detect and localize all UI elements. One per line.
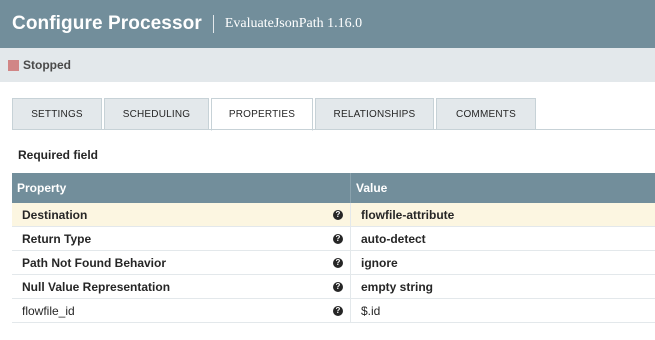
property-value[interactable]: flowfile-attribute <box>361 208 454 222</box>
tab-properties[interactable]: PROPERTIES <box>211 98 313 131</box>
property-value[interactable]: auto-detect <box>361 232 426 246</box>
table-row[interactable]: Path Not Found Behavior ? ignore <box>12 251 655 275</box>
property-name: flowfile_id <box>22 303 75 318</box>
property-name: Return Type <box>22 231 92 246</box>
column-header-value[interactable]: Value <box>351 181 387 195</box>
required-field-note: Required field <box>18 148 99 162</box>
processor-type-label: EvaluateJsonPath 1.16.0 <box>224 16 363 31</box>
status-bar: Stopped <box>0 48 655 82</box>
tab-comments[interactable]: COMMENTS <box>436 98 536 130</box>
status-text: Stopped <box>23 58 71 72</box>
tab-settings[interactable]: SETTINGS <box>12 98 102 130</box>
header-divider <box>212 15 214 33</box>
table-row[interactable]: Destination ? flowfile-attribute <box>12 203 655 227</box>
property-name: Destination <box>22 207 88 222</box>
column-header-property[interactable]: Property <box>12 173 351 203</box>
property-value[interactable]: $.id <box>361 304 380 318</box>
tab-bar: SETTINGS SCHEDULING PROPERTIES RELATIONS… <box>12 98 538 131</box>
table-header: Property Value <box>12 173 655 203</box>
help-icon[interactable]: ? <box>333 258 343 268</box>
tab-scheduling[interactable]: SCHEDULING <box>104 98 209 130</box>
help-icon[interactable]: ? <box>333 306 343 316</box>
property-value[interactable]: empty string <box>361 280 433 294</box>
help-icon[interactable]: ? <box>333 282 343 292</box>
help-icon[interactable]: ? <box>333 210 343 220</box>
table-row[interactable]: Null Value Representation ? empty string <box>12 275 655 299</box>
help-icon[interactable]: ? <box>333 234 343 244</box>
table-row[interactable]: flowfile_id ? $.id <box>12 299 655 323</box>
tabs-divider <box>12 129 655 130</box>
dialog-header: Configure Processor EvaluateJsonPath 1.1… <box>0 0 655 48</box>
tab-relationships[interactable]: RELATIONSHIPS <box>315 98 434 130</box>
property-name: Null Value Representation <box>22 279 171 294</box>
property-name: Path Not Found Behavior <box>22 255 166 270</box>
property-value[interactable]: ignore <box>361 256 398 270</box>
table-row[interactable]: Return Type ? auto-detect <box>12 227 655 251</box>
stop-square-icon <box>8 59 19 71</box>
properties-table: Property Value Destination ? flowfile-at… <box>12 173 655 323</box>
dialog-title: Configure Processor <box>12 13 202 34</box>
